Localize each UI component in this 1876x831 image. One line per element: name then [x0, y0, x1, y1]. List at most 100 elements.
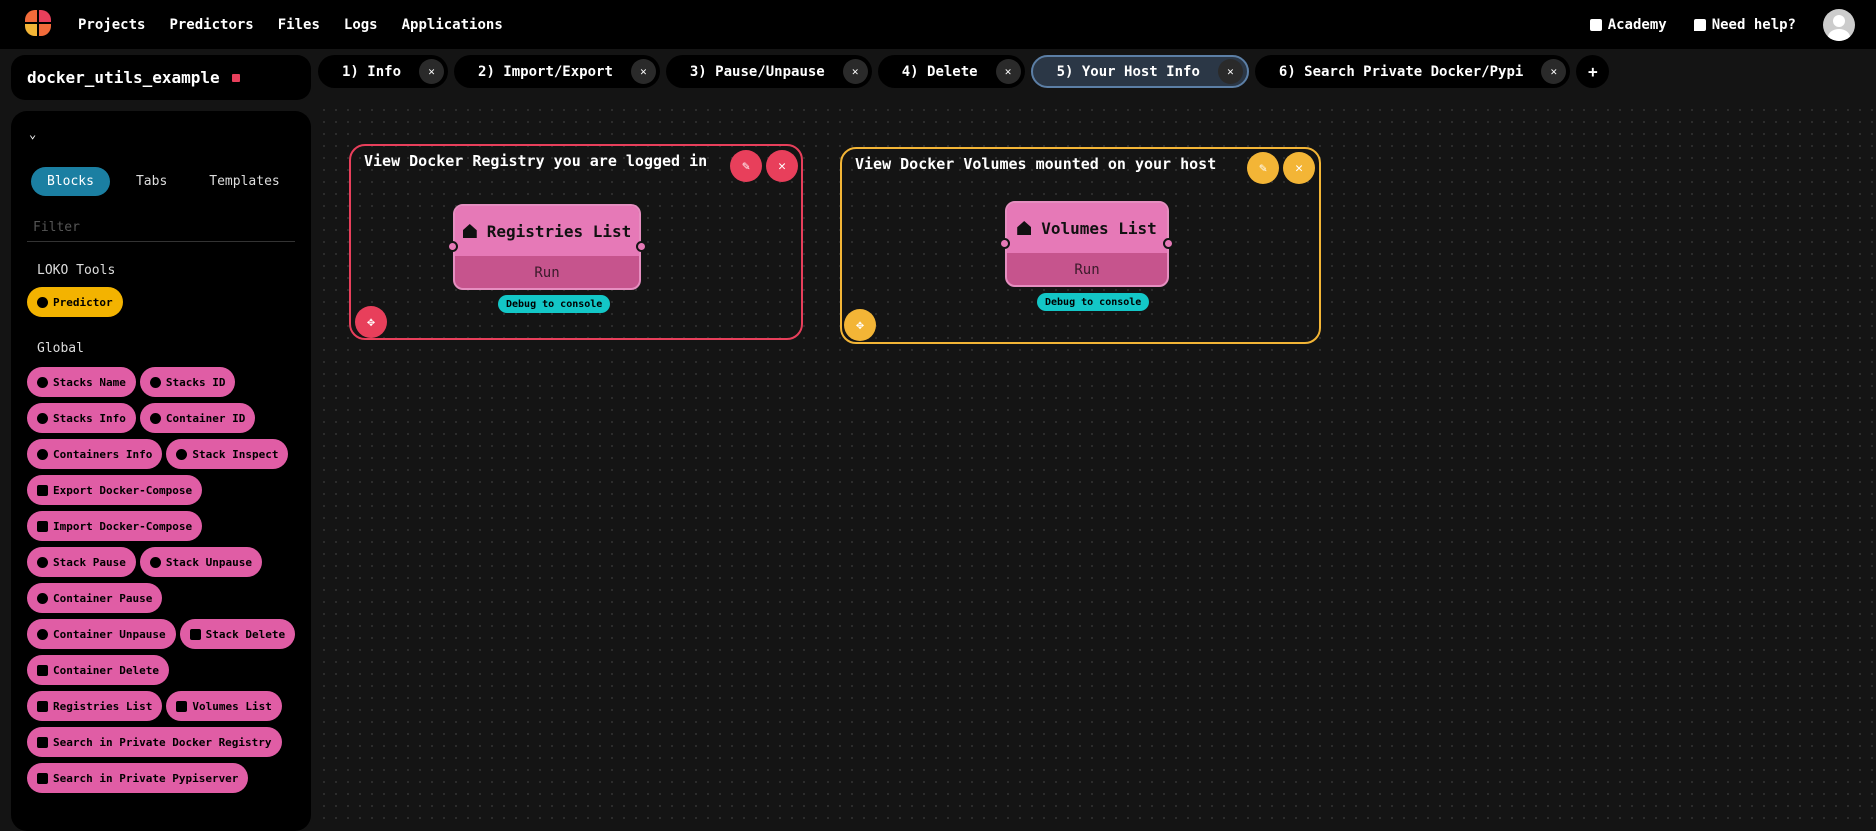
block-registries-list[interactable]: Registries List — [27, 691, 163, 721]
loko-logo[interactable] — [25, 10, 51, 36]
project-name: docker_utils_example — [27, 68, 220, 87]
block-container-delete[interactable]: Container Delete — [27, 655, 169, 685]
group-docker-volumes[interactable]: View Docker Volumes mounted on your host… — [840, 147, 1321, 344]
block-container-unpause[interactable]: Container Unpause — [27, 619, 176, 649]
info-icon — [37, 448, 48, 460]
node-registries-list[interactable]: Registries List Run — [453, 204, 641, 290]
unsaved-indicator — [231, 73, 240, 82]
block-stack-pause[interactable]: Stack Pause — [27, 547, 136, 577]
tab-label: 4) Delete — [901, 63, 978, 80]
block-label: Stack Delete — [205, 627, 286, 641]
global-label: Global — [37, 341, 84, 356]
block-label: Search in Private Pypiserver — [53, 771, 239, 785]
node-header[interactable]: Registries List — [455, 206, 639, 256]
chevron-down-icon[interactable]: ⌄ — [29, 127, 36, 141]
block-stacks-info[interactable]: Stacks Info — [27, 403, 136, 433]
block-label: Stack Pause — [53, 555, 126, 569]
output-port[interactable] — [1163, 238, 1174, 249]
nav-applications[interactable]: Applications — [402, 17, 503, 33]
node-label: Registries List — [486, 221, 632, 241]
info-icon — [176, 448, 188, 460]
output-port[interactable] — [636, 241, 647, 252]
mode-blocks[interactable]: Blocks — [31, 167, 110, 196]
tab-2[interactable]: 2) Import/Export ✕ — [454, 55, 660, 88]
close-icon[interactable]: ✕ — [766, 150, 798, 182]
node-run-button[interactable]: Run — [1007, 253, 1167, 285]
chat-icon — [1693, 18, 1706, 31]
house-icon — [1017, 221, 1032, 235]
block-containers-info[interactable]: Containers Info — [27, 439, 163, 469]
block-search-private-pypiserver[interactable]: Search in Private Pypiserver — [27, 763, 249, 793]
close-icon[interactable]: ✕ — [1217, 59, 1243, 84]
move-icon[interactable]: ✥ — [355, 306, 387, 338]
nav-predictors[interactable]: Predictors — [169, 17, 253, 33]
close-icon[interactable]: ✕ — [842, 59, 868, 84]
node-run-button[interactable]: Run — [455, 256, 639, 288]
block-export-docker-compose[interactable]: Export Docker-Compose — [27, 475, 203, 505]
academy-link[interactable]: Academy — [1589, 17, 1667, 33]
play-icon — [37, 628, 48, 640]
block-predictor[interactable]: Predictor — [27, 287, 123, 317]
close-icon[interactable]: ✕ — [1283, 152, 1315, 184]
pause-icon — [37, 556, 48, 568]
block-stack-unpause[interactable]: Stack Unpause — [139, 547, 262, 577]
mode-tabs[interactable]: Tabs — [120, 167, 183, 196]
block-label: Import Docker-Compose — [53, 519, 193, 533]
node-volumes-list[interactable]: Volumes List Run — [1005, 201, 1169, 287]
node-label: Volumes List — [1041, 218, 1157, 238]
group-docker-registry[interactable]: View Docker Registry you are logged in ✎… — [349, 144, 803, 340]
block-import-docker-compose[interactable]: Import Docker-Compose — [27, 511, 203, 541]
edit-icon[interactable]: ✎ — [730, 150, 762, 182]
nav-files[interactable]: Files — [278, 17, 320, 33]
block-stack-inspect[interactable]: Stack Inspect — [166, 439, 289, 469]
block-container-id[interactable]: Container ID — [139, 403, 256, 433]
input-port[interactable] — [447, 241, 458, 252]
block-stacks-id[interactable]: Stacks ID — [139, 367, 236, 397]
tab-6[interactable]: 6) Search Private Docker/Pypi ✕ — [1254, 55, 1571, 88]
tab-4[interactable]: 4) Delete ✕ — [877, 55, 1025, 88]
close-icon[interactable]: ✕ — [995, 59, 1021, 84]
tab-label: 6) Search Private Docker/Pypi — [1278, 63, 1524, 80]
block-label: Stack Unpause — [165, 555, 252, 569]
tab-1[interactable]: 1) Info ✕ — [318, 55, 449, 88]
user-avatar[interactable] — [1823, 8, 1855, 41]
block-label: Stack Inspect — [192, 447, 279, 461]
close-icon[interactable]: ✕ — [419, 59, 445, 84]
project-name-box: docker_utils_example — [11, 55, 311, 100]
move-icon[interactable]: ✥ — [844, 309, 876, 341]
nav-logs[interactable]: Logs — [344, 17, 378, 33]
mode-templates[interactable]: Templates — [193, 167, 295, 196]
tab-3[interactable]: 3) Pause/Unpause ✕ — [665, 55, 872, 88]
trash-icon — [189, 628, 201, 640]
help-label: Need help? — [1711, 16, 1796, 33]
block-container-pause[interactable]: Container Pause — [27, 583, 163, 613]
house-icon — [176, 700, 188, 712]
tab-label: 3) Pause/Unpause — [689, 63, 825, 80]
house-icon — [462, 224, 477, 238]
add-tab-button[interactable]: + — [1576, 55, 1610, 88]
tab-label: 1) Info — [342, 63, 402, 80]
filter-input[interactable]: Filter — [27, 214, 295, 242]
block-label: Container Delete — [53, 663, 159, 677]
tab-5-active[interactable]: 5) Your Host Info ✕ — [1030, 55, 1249, 88]
flow-canvas[interactable]: View Docker Registry you are logged in ✎… — [318, 104, 1876, 819]
block-volumes-list[interactable]: Volumes List — [166, 691, 282, 721]
block-stacks-name[interactable]: Stacks Name — [27, 367, 136, 397]
main-nav: Projects Predictors Files Logs Applicati… — [78, 0, 527, 49]
close-icon[interactable]: ✕ — [630, 59, 656, 84]
trash-icon — [37, 664, 48, 676]
block-label: Search in Private Docker Registry — [53, 735, 272, 749]
info-icon — [149, 376, 161, 388]
block-search-private-docker-registry[interactable]: Search in Private Docker Registry — [27, 727, 282, 757]
nav-projects[interactable]: Projects — [78, 17, 145, 33]
help-link[interactable]: Need help? — [1693, 16, 1796, 33]
debug-badge: Debug to console — [1037, 293, 1150, 311]
loko-tools-label: LOKO Tools — [37, 263, 116, 278]
close-icon[interactable]: ✕ — [1541, 59, 1567, 84]
tab-label: 2) Import/Export — [478, 63, 613, 80]
edit-icon[interactable]: ✎ — [1247, 152, 1279, 184]
blocks-sidebar: ⌄ Blocks Tabs Templates Filter LOKO Tool… — [11, 111, 311, 831]
node-header[interactable]: Volumes List — [1007, 203, 1167, 253]
block-stack-delete[interactable]: Stack Delete — [179, 619, 296, 649]
input-port[interactable] — [999, 238, 1010, 249]
